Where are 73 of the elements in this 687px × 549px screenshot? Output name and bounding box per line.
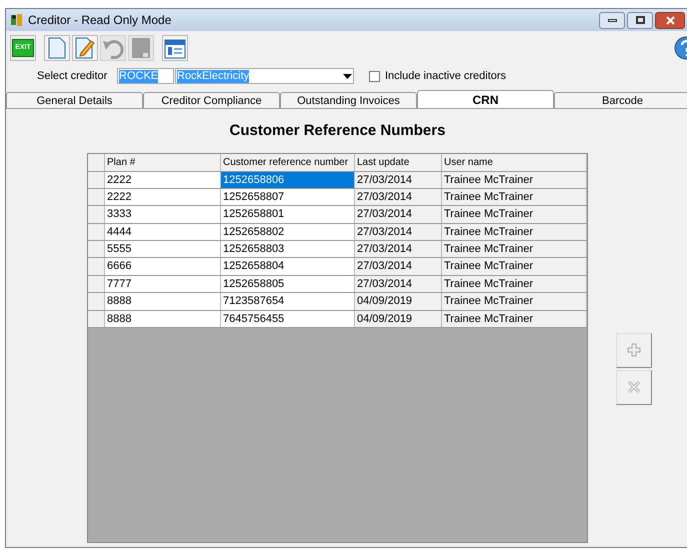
table-cell: Trainee McTrainer: [442, 258, 587, 275]
table-cell: 2222: [105, 188, 221, 206]
table-cell: Trainee McTrainer: [442, 310, 587, 328]
pencil-document-icon: [75, 37, 95, 59]
include-inactive-label: Include inactive creditors: [385, 68, 506, 84]
row-selector[interactable]: [88, 188, 105, 206]
table-cell: 04/09/2019: [355, 310, 442, 328]
table-cell: 7645756455: [221, 310, 355, 328]
table-cell: 04/09/2019: [355, 293, 442, 310]
tab[interactable]: General Details: [6, 92, 143, 108]
dropdown-arrow-icon: [343, 74, 352, 78]
tab[interactable]: CRN: [417, 90, 554, 108]
column-header[interactable]: Last update: [355, 154, 442, 170]
calendar-button[interactable]: [162, 35, 188, 61]
table-cell: 2222: [105, 172, 221, 188]
section-heading: Customer Reference Numbers: [228, 121, 446, 141]
table-cell: 27/03/2014: [355, 188, 442, 206]
row-selector[interactable]: [88, 241, 105, 258]
tab[interactable]: Barcode: [554, 92, 687, 108]
table-cell: 1252658803: [221, 241, 355, 258]
table-cell: 27/03/2014: [355, 241, 442, 258]
cross-icon: [627, 380, 641, 394]
table-cell: 6666: [105, 258, 221, 275]
row-selector[interactable]: [88, 172, 105, 188]
minimize-button[interactable]: [599, 12, 625, 28]
table-cell: 7123587654: [221, 293, 355, 310]
row-selector[interactable]: [88, 206, 105, 223]
table-cell: 4444: [105, 224, 221, 240]
table-cell: 1252658804: [221, 258, 355, 275]
table-cell: 1252658802: [221, 224, 355, 240]
row-selector[interactable]: [88, 224, 105, 240]
tab[interactable]: Creditor Compliance: [143, 92, 280, 108]
table-cell: 5555: [105, 241, 221, 258]
close-button[interactable]: [655, 12, 685, 28]
table-cell: 27/03/2014: [355, 172, 442, 188]
app-icon: [10, 13, 24, 27]
table-cell: 27/03/2014: [355, 206, 442, 223]
table-cell: Trainee McTrainer: [442, 206, 587, 223]
table-cell: Trainee McTrainer: [442, 224, 587, 240]
table-cell: 8888: [105, 310, 221, 328]
column-header[interactable]: Customer reference number: [221, 154, 355, 170]
table-cell: Trainee McTrainer: [442, 241, 587, 258]
table-cell: 27/03/2014: [355, 258, 442, 275]
row-selector[interactable]: [88, 258, 105, 275]
table-cell: 27/03/2014: [355, 276, 442, 292]
document-icon: [48, 37, 66, 59]
column-header[interactable]: Plan #: [105, 154, 221, 170]
edit-button[interactable]: [72, 35, 98, 61]
calendar-icon: [164, 37, 186, 59]
column-header[interactable]: User name: [442, 154, 587, 170]
plus-icon: [627, 343, 641, 357]
table-cell: 3333: [105, 206, 221, 223]
table-cell: Trainee McTrainer: [442, 172, 587, 188]
tab[interactable]: Outstanding Invoices: [280, 92, 417, 108]
table-cell: 1252658805: [221, 276, 355, 292]
table-cell: 1252658807: [221, 188, 355, 206]
undo-icon: [102, 37, 124, 59]
maximize-button[interactable]: [627, 12, 653, 28]
table-cell: 8888: [105, 293, 221, 310]
table-cell: Trainee McTrainer: [442, 293, 587, 310]
row-selector[interactable]: [88, 293, 105, 310]
table-cell: 7777: [105, 276, 221, 292]
table-cell: 1252658806: [221, 172, 355, 188]
table-cell: Trainee McTrainer: [442, 276, 587, 292]
select-creditor-label: Select creditor: [37, 68, 108, 84]
table-cell: 1252658801: [221, 206, 355, 223]
new-button[interactable]: [44, 35, 70, 61]
table-cell: 27/03/2014: [355, 224, 442, 240]
window-title: Creditor - Read Only Mode: [28, 12, 172, 29]
table-cell: Trainee McTrainer: [442, 188, 587, 206]
row-selector[interactable]: [88, 276, 105, 292]
close-icon: [666, 16, 674, 24]
row-selector[interactable]: [88, 310, 105, 328]
